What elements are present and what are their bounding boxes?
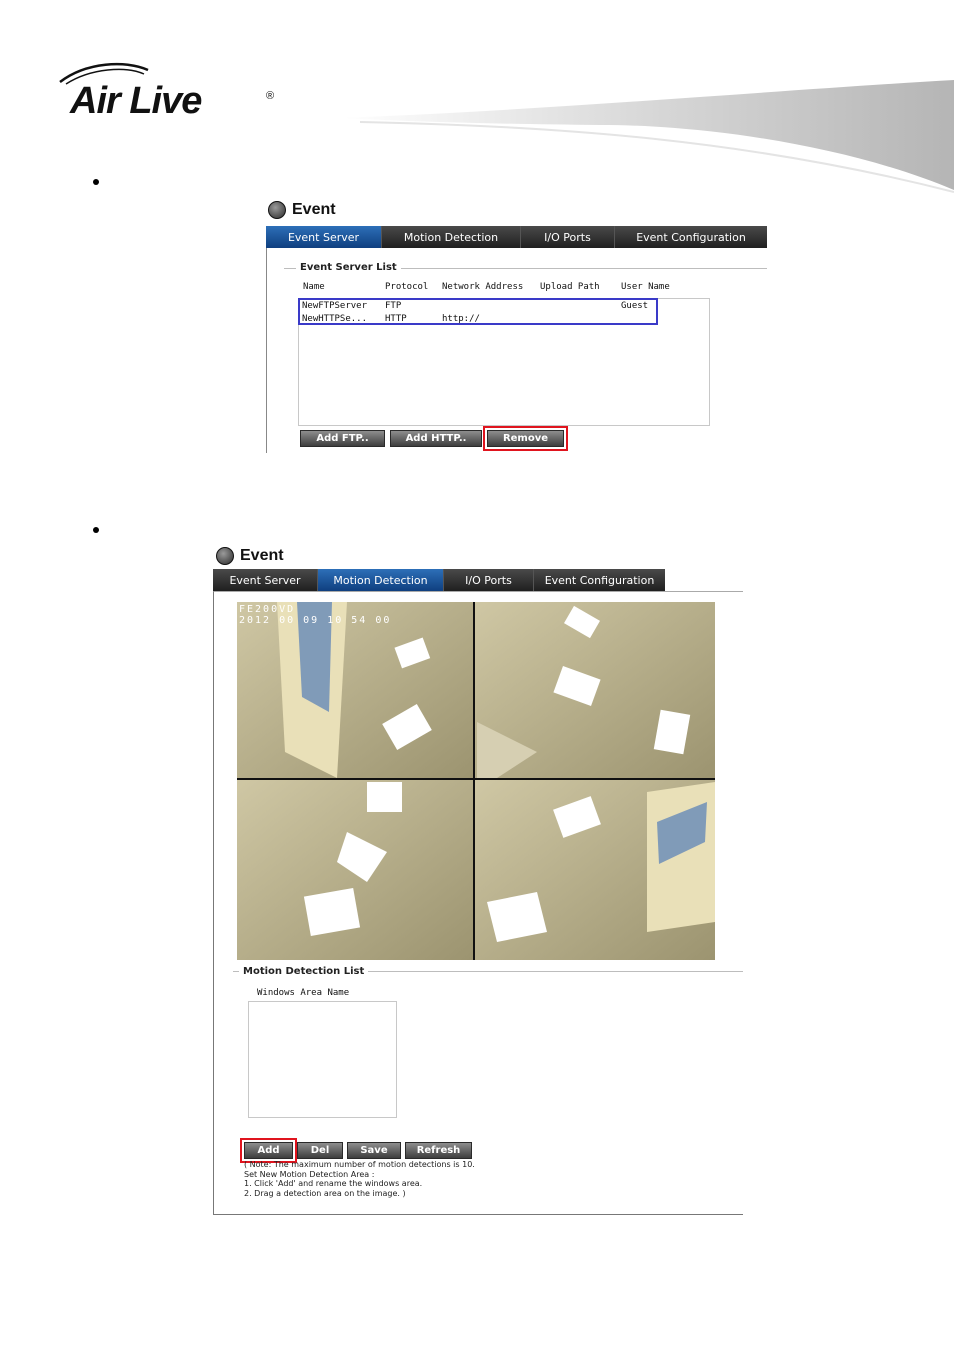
motion-list-box[interactable] xyxy=(248,1001,397,1118)
col-network-address: Network Address xyxy=(442,282,524,292)
panel-left-border xyxy=(266,248,267,453)
save-button[interactable]: Save xyxy=(347,1142,401,1159)
tab-event-server[interactable]: Event Server xyxy=(266,226,382,248)
event-server-list-title: Event Server List xyxy=(296,262,401,273)
tab-event-configuration[interactable]: Event Configuration xyxy=(615,226,767,248)
registered-mark: ® xyxy=(266,90,275,102)
motion-event-title-text: Event xyxy=(240,547,284,564)
add-http-button[interactable]: Add HTTP.. xyxy=(390,430,482,447)
refresh-button[interactable]: Refresh xyxy=(405,1142,472,1159)
col-upload-path: Upload Path xyxy=(540,282,600,292)
tab-event-configuration[interactable]: Event Configuration xyxy=(534,569,665,591)
motion-event-title: Event xyxy=(216,547,284,565)
brand-name: Air Live xyxy=(70,80,202,122)
camera-overlay-name: FE200VD xyxy=(239,604,296,615)
col-protocol: Protocol xyxy=(385,282,429,292)
airlive-logo: Air Live ® xyxy=(56,60,286,130)
camera-overlay-timestamp: 2012 00 09 10 54 00 xyxy=(239,615,392,626)
tab-io-ports[interactable]: I/O Ports xyxy=(521,226,615,248)
camera-image xyxy=(237,602,715,960)
event-icon xyxy=(216,547,234,565)
tab-event-server[interactable]: Event Server xyxy=(213,569,318,591)
tab-io-ports[interactable]: I/O Ports xyxy=(444,569,534,591)
event-server-tabbar: Event Server Motion Detection I/O Ports … xyxy=(266,226,767,248)
event-title-text: Event xyxy=(292,201,336,218)
remove-highlight-box xyxy=(483,426,568,451)
event-title: Event xyxy=(268,201,336,219)
motion-tabbar: Event Server Motion Detection I/O Ports … xyxy=(213,569,665,591)
bullet-1 xyxy=(93,179,99,185)
col-user-name: User Name xyxy=(621,282,670,292)
tab-motion-detection[interactable]: Motion Detection xyxy=(318,569,444,591)
col-windows-area-name: Windows Area Name xyxy=(257,988,350,998)
header-swoosh-graphic xyxy=(340,80,954,193)
motion-list-title: Motion Detection List xyxy=(239,966,369,977)
event-icon xyxy=(268,201,286,219)
tab-motion-detection[interactable]: Motion Detection xyxy=(382,226,521,248)
col-name: Name xyxy=(303,282,325,292)
bullet-2 xyxy=(93,527,99,533)
motion-note-text: ( Note: The maximum number of motion det… xyxy=(244,1160,475,1198)
camera-view[interactable]: FE200VD 2012 00 09 10 54 00 xyxy=(237,602,715,960)
add-ftp-button[interactable]: Add FTP.. xyxy=(300,430,385,447)
rows-highlight-box xyxy=(298,298,658,325)
del-button[interactable]: Del xyxy=(297,1142,343,1159)
